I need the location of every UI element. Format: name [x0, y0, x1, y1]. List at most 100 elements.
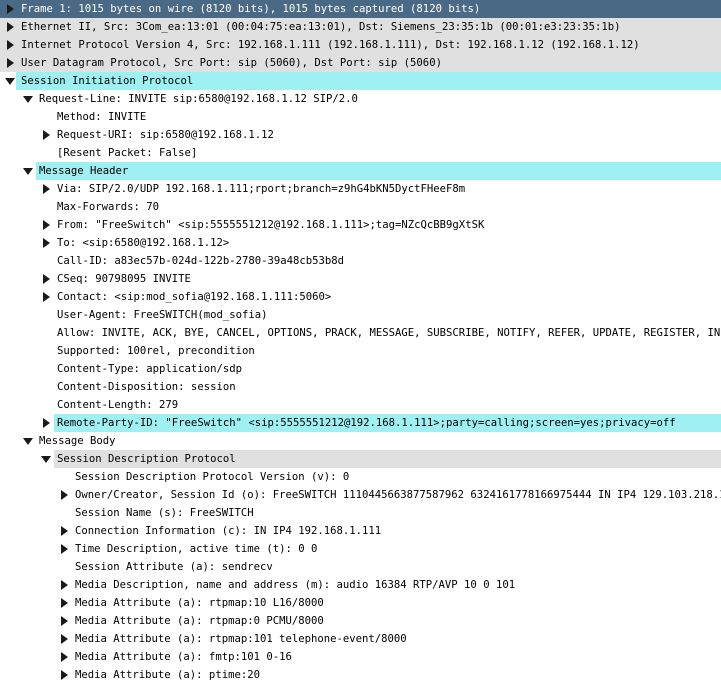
chevron-right-icon[interactable]	[57, 522, 71, 540]
tree-row-label: Media Attribute (a): rtpmap:101 telephon…	[75, 633, 407, 645]
chevron-right-icon[interactable]	[57, 666, 71, 684]
tree-row[interactable]: User Datagram Protocol, Src Port: sip (5…	[0, 54, 721, 72]
tree-row[interactable]: Media Attribute (a): rtpmap:101 telephon…	[0, 630, 721, 648]
chevron-right-icon[interactable]	[3, 36, 17, 54]
tree-row-label: [Resent Packet: False]	[57, 147, 198, 159]
tree-row[interactable]: Connection Information (c): IN IP4 192.1…	[0, 522, 721, 540]
tree-row-label: User-Agent: FreeSWITCH(mod_sofia)	[57, 309, 268, 321]
tree-row-label: To: <sip:6580@192.168.1.12>	[57, 237, 230, 249]
tree-row[interactable]: CSeq: 90798095 INVITE	[0, 270, 721, 288]
tree-row-label: Allow: INVITE, ACK, BYE, CANCEL, OPTIONS…	[57, 327, 721, 339]
tree-row-label: Session Initiation Protocol	[21, 75, 194, 87]
tree-row[interactable]: Via: SIP/2.0/UDP 192.168.1.111;rport;bra…	[0, 180, 721, 198]
tree-row-label: Via: SIP/2.0/UDP 192.168.1.111;rport;bra…	[57, 183, 466, 195]
tree-row-label: Contact: <sip:mod_sofia@192.168.1.111:50…	[57, 291, 332, 303]
chevron-right-icon[interactable]	[57, 630, 71, 648]
tree-row[interactable]: Session Attribute (a): sendrecv	[0, 558, 721, 576]
chevron-right-icon[interactable]	[57, 612, 71, 630]
tree-row-label: Frame 1: 1015 bytes on wire (8120 bits),…	[21, 3, 481, 15]
tree-row-label: Internet Protocol Version 4, Src: 192.16…	[21, 39, 640, 51]
tree-row-label: Connection Information (c): IN IP4 192.1…	[75, 525, 382, 537]
tree-row-label: Session Description Protocol	[57, 453, 236, 465]
tree-row[interactable]: Session Description Protocol	[0, 450, 721, 468]
tree-row-label: Ethernet II, Src: 3Com_ea:13:01 (00:04:7…	[21, 21, 621, 33]
tree-row-label: Owner/Creator, Session Id (o): FreeSWITC…	[75, 489, 721, 501]
tree-row-label: Media Attribute (a): fmtp:101 0-16	[75, 651, 292, 663]
tree-row[interactable]: Max-Forwards: 70	[0, 198, 721, 216]
tree-row-label: From: "FreeSwitch" <sip:5555551212@192.1…	[57, 219, 485, 231]
chevron-right-icon[interactable]	[3, 18, 17, 36]
chevron-right-icon[interactable]	[3, 54, 17, 72]
tree-row-label: Call-ID: a83ec57b-024d-122b-2780-39a48cb…	[57, 255, 345, 267]
tree-row[interactable]: Message Body	[0, 432, 721, 450]
packet-details-tree: Frame 1: 1015 bytes on wire (8120 bits),…	[0, 0, 721, 684]
tree-row[interactable]: From: "FreeSwitch" <sip:5555551212@192.1…	[0, 216, 721, 234]
chevron-right-icon[interactable]	[57, 648, 71, 666]
tree-row[interactable]: [Resent Packet: False]	[0, 144, 721, 162]
tree-row-label: Method: INVITE	[57, 111, 147, 123]
tree-row[interactable]: Session Initiation Protocol	[0, 72, 721, 90]
tree-row-label: Content-Type: application/sdp	[57, 363, 242, 375]
chevron-right-icon[interactable]	[39, 288, 53, 306]
tree-row[interactable]: Message Header	[0, 162, 721, 180]
tree-row-label: Media Attribute (a): rtpmap:10 L16/8000	[75, 597, 324, 609]
chevron-down-icon[interactable]	[39, 450, 53, 468]
tree-row-label: Remote-Party-ID: "FreeSwitch" <sip:55555…	[57, 417, 676, 429]
chevron-down-icon[interactable]	[21, 162, 35, 180]
tree-row-label: Content-Disposition: session	[57, 381, 236, 393]
tree-row-label: Max-Forwards: 70	[57, 201, 160, 213]
chevron-right-icon[interactable]	[57, 540, 71, 558]
tree-row-label: Media Description, name and address (m):…	[75, 579, 516, 591]
tree-row-label: Session Name (s): FreeSWITCH	[75, 507, 254, 519]
tree-row[interactable]: Internet Protocol Version 4, Src: 192.16…	[0, 36, 721, 54]
tree-row[interactable]: Content-Disposition: session	[0, 378, 721, 396]
tree-row[interactable]: Ethernet II, Src: 3Com_ea:13:01 (00:04:7…	[0, 18, 721, 36]
tree-row-label: User Datagram Protocol, Src Port: sip (5…	[21, 57, 442, 69]
tree-row-label: Time Description, active time (t): 0 0	[75, 543, 318, 555]
tree-row-label: Request-Line: INVITE sip:6580@192.168.1.…	[39, 93, 358, 105]
tree-row-label: Session Attribute (a): sendrecv	[75, 561, 273, 573]
tree-row[interactable]: Session Name (s): FreeSWITCH	[0, 504, 721, 522]
tree-row[interactable]: Media Attribute (a): ptime:20	[0, 666, 721, 684]
tree-row[interactable]: Content-Type: application/sdp	[0, 360, 721, 378]
chevron-right-icon[interactable]	[39, 234, 53, 252]
chevron-right-icon[interactable]	[39, 180, 53, 198]
chevron-right-icon[interactable]	[57, 486, 71, 504]
tree-row[interactable]: Media Description, name and address (m):…	[0, 576, 721, 594]
tree-row[interactable]: To: <sip:6580@192.168.1.12>	[0, 234, 721, 252]
tree-row[interactable]: Call-ID: a83ec57b-024d-122b-2780-39a48cb…	[0, 252, 721, 270]
tree-row[interactable]: Content-Length: 279	[0, 396, 721, 414]
chevron-right-icon[interactable]	[39, 414, 53, 432]
tree-row[interactable]: Media Attribute (a): rtpmap:10 L16/8000	[0, 594, 721, 612]
tree-row-label: Supported: 100rel, precondition	[57, 345, 255, 357]
tree-row[interactable]: Time Description, active time (t): 0 0	[0, 540, 721, 558]
chevron-right-icon[interactable]	[57, 576, 71, 594]
tree-row-label: CSeq: 90798095 INVITE	[57, 273, 191, 285]
tree-row[interactable]: Contact: <sip:mod_sofia@192.168.1.111:50…	[0, 288, 721, 306]
chevron-right-icon[interactable]	[39, 126, 53, 144]
tree-row[interactable]: Request-URI: sip:6580@192.168.1.12	[0, 126, 721, 144]
row-highlight	[36, 162, 721, 180]
chevron-down-icon[interactable]	[21, 432, 35, 450]
tree-row[interactable]: Allow: INVITE, ACK, BYE, CANCEL, OPTIONS…	[0, 324, 721, 342]
tree-row[interactable]: Media Attribute (a): fmtp:101 0-16	[0, 648, 721, 666]
tree-row[interactable]: Frame 1: 1015 bytes on wire (8120 bits),…	[0, 0, 721, 18]
tree-row[interactable]: Method: INVITE	[0, 108, 721, 126]
tree-row-label: Media Attribute (a): rtpmap:0 PCMU/8000	[75, 615, 324, 627]
chevron-right-icon[interactable]	[39, 270, 53, 288]
tree-row[interactable]: Owner/Creator, Session Id (o): FreeSWITC…	[0, 486, 721, 504]
tree-row[interactable]: Session Description Protocol Version (v)…	[0, 468, 721, 486]
tree-row-label: Content-Length: 279	[57, 399, 179, 411]
tree-row[interactable]: User-Agent: FreeSWITCH(mod_sofia)	[0, 306, 721, 324]
tree-row-label: Session Description Protocol Version (v)…	[75, 471, 350, 483]
chevron-down-icon[interactable]	[3, 72, 17, 90]
tree-row-label: Media Attribute (a): ptime:20	[75, 669, 260, 681]
tree-row[interactable]: Media Attribute (a): rtpmap:0 PCMU/8000	[0, 612, 721, 630]
tree-row[interactable]: Remote-Party-ID: "FreeSwitch" <sip:55555…	[0, 414, 721, 432]
chevron-right-icon[interactable]	[39, 216, 53, 234]
chevron-right-icon[interactable]	[57, 594, 71, 612]
chevron-right-icon[interactable]	[3, 0, 17, 18]
tree-row[interactable]: Supported: 100rel, precondition	[0, 342, 721, 360]
chevron-down-icon[interactable]	[21, 90, 35, 108]
tree-row[interactable]: Request-Line: INVITE sip:6580@192.168.1.…	[0, 90, 721, 108]
